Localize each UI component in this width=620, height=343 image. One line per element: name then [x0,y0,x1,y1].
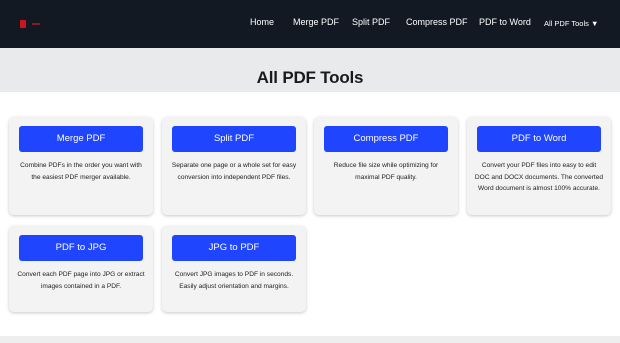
pdf-to-word-button[interactable]: PDF to Word [477,126,601,152]
tool-description: Convert your PDF files into easy to edit… [474,162,604,192]
compress-pdf-button[interactable]: Compress PDF [324,126,448,152]
top-navbar: Home Merge PDF Split PDF Compress PDF PD… [0,0,620,48]
split-pdf-button[interactable]: Split PDF [172,126,296,152]
nav-compress-pdf[interactable]: Compress PDF [406,17,468,27]
site-logo[interactable] [20,20,40,28]
tool-description: Convert JPG images to PDF in seconds. Ea… [174,271,294,290]
logo-wordmark [32,23,40,25]
tool-card-pdf-to-jpg: PDF to JPG Convert each PDF page into JP… [9,226,153,312]
nav-split-pdf[interactable]: Split PDF [352,17,390,27]
tool-card-merge-pdf: Merge PDF Combine PDFs in the order you … [9,117,153,215]
nav-merge-pdf[interactable]: Merge PDF [293,17,339,27]
merge-pdf-button[interactable]: Merge PDF [19,126,143,152]
tool-description: Reduce file size while optimizing for ma… [333,162,439,181]
footer-divider [0,336,620,343]
tool-card-pdf-to-word: PDF to Word Convert your PDF files into … [467,117,611,215]
pdf-to-jpg-button[interactable]: PDF to JPG [19,235,143,261]
nav-home[interactable]: Home [250,17,274,27]
tool-card-compress-pdf: Compress PDF Reduce file size while opti… [314,117,458,215]
tool-description: Combine PDFs in the order you want with … [20,162,142,181]
nav-pdf-to-word[interactable]: PDF to Word [479,17,531,27]
page-title: All PDF Tools [256,68,364,87]
hero-section: All PDF Tools [0,48,620,92]
pdf-logo-icon [20,20,26,28]
jpg-to-pdf-button[interactable]: JPG to PDF [172,235,296,261]
tool-description: Separate one page or a whole set for eas… [171,162,297,181]
nav-all-tools-dropdown[interactable]: All PDF Tools ▼ [544,19,598,28]
tool-card-split-pdf: Split PDF Separate one page or a whole s… [162,117,306,215]
tool-card-jpg-to-pdf: JPG to PDF Convert JPG images to PDF in … [162,226,306,312]
tool-description: Convert each PDF page into JPG or extrac… [17,271,145,290]
